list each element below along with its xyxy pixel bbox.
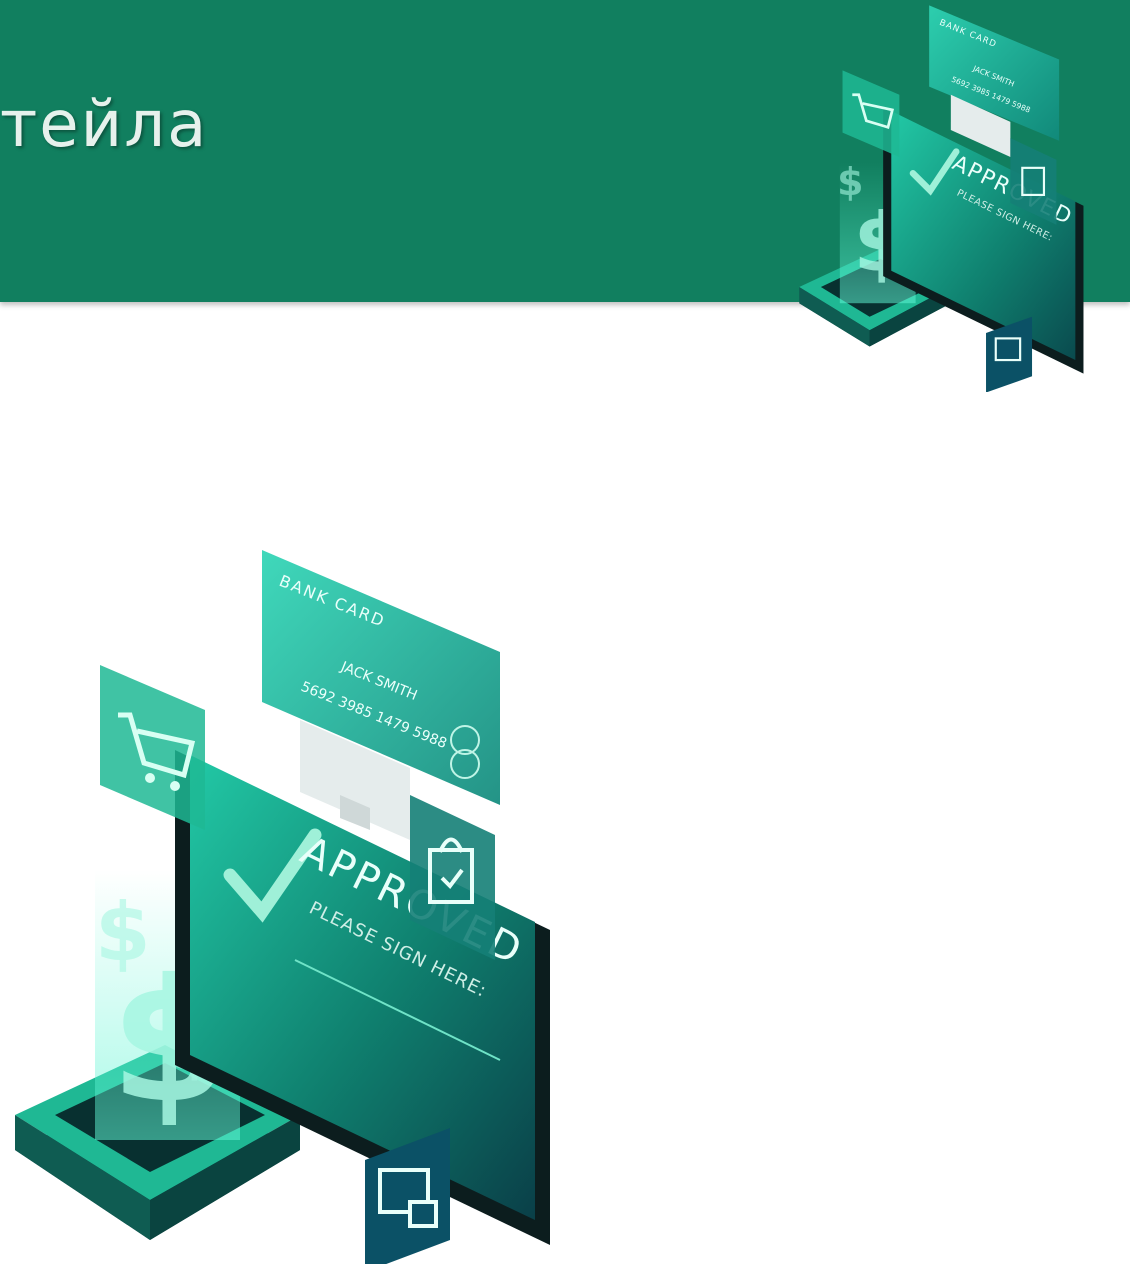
payment-illustration-large: $ $ $ APPROVED PLEASE SIGN HERE: BANK CA… (15, 550, 550, 1264)
payment-illustration-small: $ $ APPROVED PLEASE SIGN HERE: BANK CARD… (799, 5, 1084, 392)
dollar-sign-small: $ (95, 886, 151, 979)
cart-icon-card (842, 70, 900, 158)
slide-title: тейла (0, 88, 209, 162)
cart-icon-card (100, 665, 205, 830)
svg-text:$: $ (837, 160, 863, 204)
phone-terminal: APPROVED PLEASE SIGN HERE: (883, 108, 1084, 374)
